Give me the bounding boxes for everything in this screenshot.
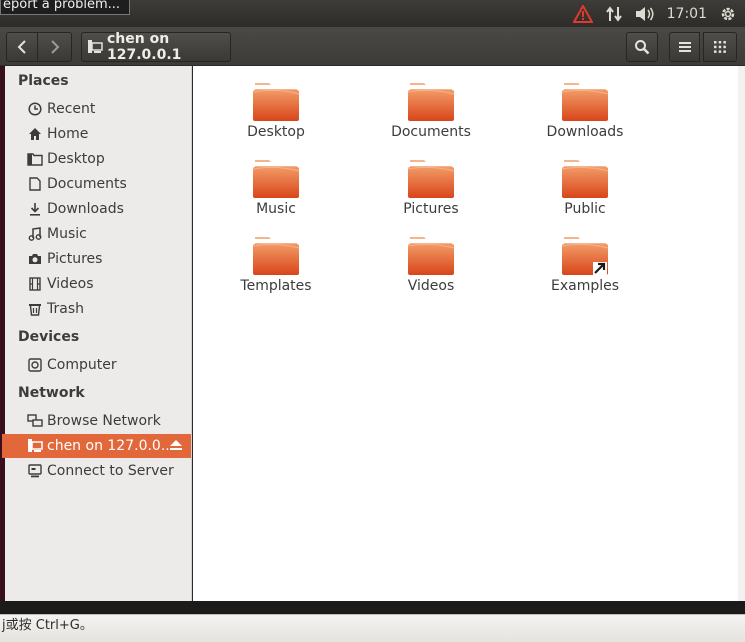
server-icon	[27, 463, 43, 479]
file-label: Music	[256, 201, 296, 217]
header-bar: chen on 127.0.0.1	[0, 27, 745, 66]
file-label: Public	[564, 201, 606, 217]
trash-icon	[27, 301, 43, 317]
status-text: j或按 Ctrl+G。	[2, 618, 93, 633]
status-bar: j或按 Ctrl+G。	[0, 614, 745, 642]
file-item-pictures[interactable]: Pictures	[371, 159, 491, 217]
forward-icon	[50, 40, 60, 54]
network-heading: Network	[18, 385, 85, 401]
folder-icon	[252, 82, 300, 122]
sidebar-item-label: chen on 127.0.0....	[47, 438, 179, 454]
file-label: Videos	[407, 278, 455, 294]
back-icon	[17, 40, 27, 54]
sidebar-item-label: Recent	[47, 101, 96, 117]
folder-symlink-icon	[561, 236, 609, 276]
sidebar-item-label: Browse Network	[47, 413, 161, 429]
grid-view-button[interactable]	[703, 32, 737, 62]
path-label: chen on 127.0.0.1	[107, 31, 182, 63]
home-icon	[27, 126, 43, 142]
sidebar-item-label: Trash	[47, 301, 84, 317]
folder-icon	[407, 159, 455, 199]
file-item-music[interactable]: Music	[216, 159, 336, 217]
sidebar-item-downloads[interactable]: Downloads	[5, 197, 191, 221]
sidebar-item-label: Home	[47, 126, 89, 142]
sidebar-item-label: Connect to Server	[47, 463, 174, 479]
places-heading: Places	[18, 73, 69, 89]
window-right-edge	[738, 66, 745, 601]
file-item-desktop[interactable]: Desktop	[216, 82, 336, 140]
file-label: Pictures	[403, 201, 459, 217]
file-view: Desktop Documents Downloads Music Pictur…	[193, 66, 738, 601]
file-label: Downloads	[546, 124, 624, 140]
sidebar-item-browse-network[interactable]: Browse Network	[5, 409, 191, 433]
file-label: Desktop	[247, 124, 305, 140]
path-bar-button[interactable]: chen on 127.0.0.1	[81, 31, 231, 63]
sidebar-item-documents[interactable]: Documents	[5, 172, 191, 196]
folder-icon	[561, 159, 609, 199]
settings-gear-icon[interactable]	[719, 5, 737, 23]
list-view-button[interactable]	[669, 32, 700, 62]
sidebar-item-recent[interactable]: Recent	[5, 97, 191, 121]
system-top-panel: eport a problem... 17:01	[0, 0, 745, 27]
network-share-icon	[87, 39, 107, 55]
window-bottom-edge	[0, 601, 745, 614]
forward-button[interactable]	[37, 32, 72, 62]
file-item-public[interactable]: Public	[525, 159, 645, 217]
sidebar-item-label: Documents	[47, 176, 127, 192]
sidebar-item-label: Downloads	[47, 201, 124, 217]
folder-icon	[252, 159, 300, 199]
search-button[interactable]	[626, 32, 658, 62]
sidebar-item-trash[interactable]: Trash	[5, 297, 191, 321]
document-icon	[27, 176, 43, 192]
sidebar-item-chen-share[interactable]: chen on 127.0.0....	[2, 434, 191, 458]
file-label: Examples	[550, 278, 620, 294]
camera-icon	[27, 251, 43, 267]
sidebar-item-videos[interactable]: Videos	[5, 272, 191, 296]
file-label: Templates	[240, 278, 312, 294]
clock[interactable]: 17:01	[667, 6, 707, 22]
sidebar-item-label: Music	[47, 226, 87, 242]
sidebar-item-label: Computer	[47, 357, 117, 373]
network-icon[interactable]	[605, 5, 623, 23]
film-icon	[27, 276, 43, 292]
file-item-videos[interactable]: Videos	[371, 236, 491, 294]
music-icon	[27, 226, 43, 242]
volume-icon[interactable]	[635, 6, 655, 22]
sidebar: Places Recent Home Desktop Documents Dow…	[2, 66, 192, 601]
sidebar-item-label: Pictures	[47, 251, 103, 267]
back-button[interactable]	[6, 32, 38, 62]
file-item-downloads[interactable]: Downloads	[525, 82, 645, 140]
report-problem-tooltip: eport a problem...	[0, 0, 130, 15]
network-icon	[27, 413, 43, 429]
eject-icon[interactable]	[169, 439, 183, 451]
sidebar-item-home[interactable]: Home	[5, 122, 191, 146]
file-item-documents[interactable]: Documents	[371, 82, 491, 140]
system-tray: 17:01	[561, 0, 745, 27]
file-item-templates[interactable]: Templates	[216, 236, 336, 294]
folder-icon	[407, 236, 455, 276]
grid-view-icon	[714, 41, 726, 53]
folder-icon	[407, 82, 455, 122]
sidebar-item-music[interactable]: Music	[5, 222, 191, 246]
sidebar-item-label: Videos	[47, 276, 94, 292]
file-item-examples[interactable]: Examples	[525, 236, 645, 294]
sidebar-item-connect-server[interactable]: Connect to Server	[5, 459, 191, 483]
network-share-icon	[27, 438, 43, 454]
sidebar-item-computer[interactable]: Computer	[5, 353, 191, 377]
search-icon	[634, 39, 650, 55]
folder-icon	[561, 82, 609, 122]
computer-icon	[27, 357, 43, 373]
warning-icon[interactable]	[572, 4, 593, 23]
folder-icon	[252, 236, 300, 276]
devices-heading: Devices	[18, 329, 80, 345]
file-label: Documents	[391, 124, 471, 140]
sidebar-item-pictures[interactable]: Pictures	[5, 247, 191, 271]
sidebar-item-label: Desktop	[47, 151, 105, 167]
sidebar-item-desktop[interactable]: Desktop	[5, 147, 191, 171]
clock-icon	[27, 101, 43, 117]
list-view-icon	[678, 41, 691, 53]
download-icon	[27, 201, 43, 217]
folder-icon	[27, 151, 43, 167]
